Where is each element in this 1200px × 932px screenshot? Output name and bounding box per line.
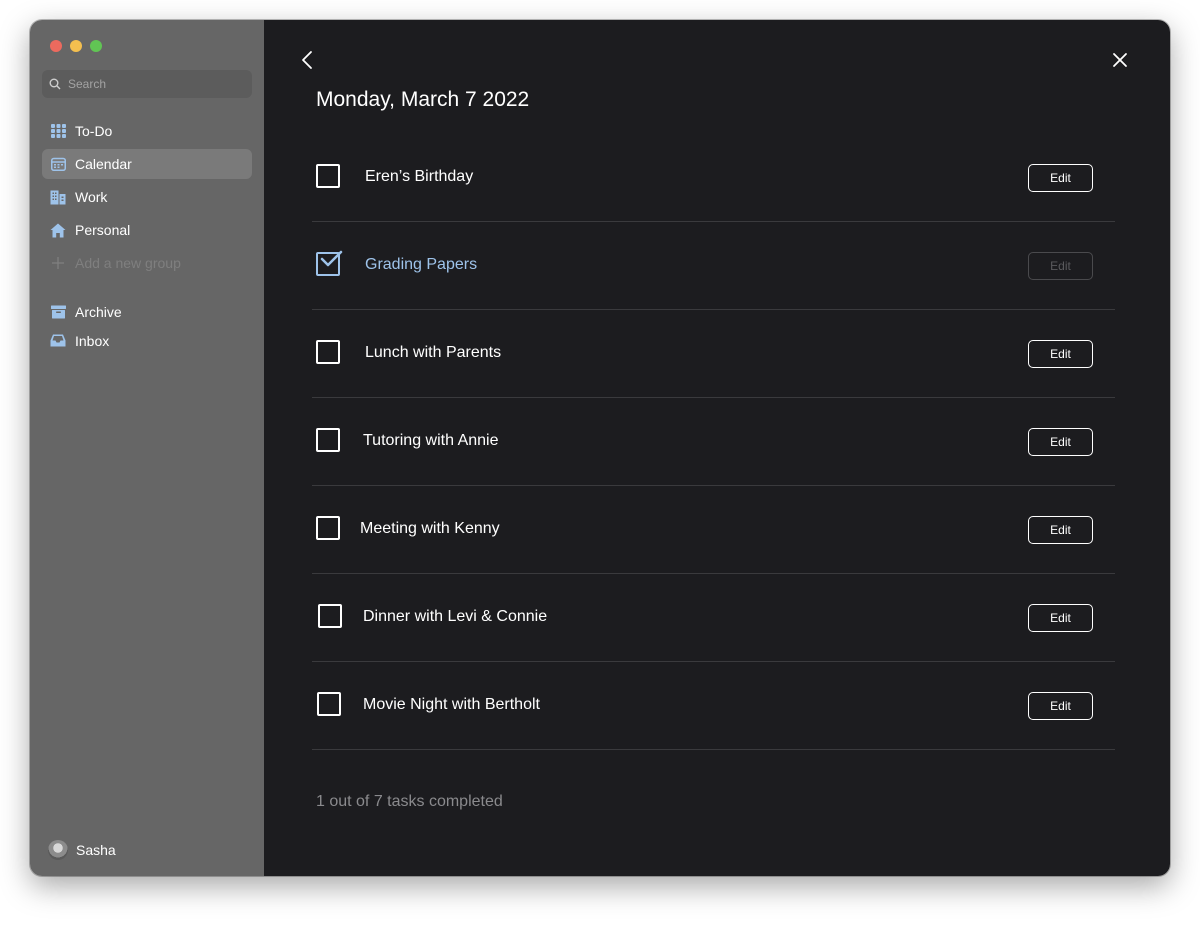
sidebar-item-label: To-Do	[75, 123, 113, 139]
grid-icon	[50, 123, 66, 139]
task-checkbox[interactable]	[316, 164, 340, 188]
sidebar-item-label: Work	[75, 189, 108, 205]
task-row: Lunch with Parents Edit	[312, 310, 1115, 398]
close-icon	[1113, 53, 1127, 67]
sidebar-item-work[interactable]: Work	[42, 182, 252, 212]
sidebar-item-todo[interactable]: To-Do	[42, 116, 252, 146]
checkmark-icon	[320, 250, 343, 267]
search-icon	[49, 78, 61, 90]
sidebar-item-personal[interactable]: Personal	[42, 215, 252, 245]
main-panel: Monday, March 7 2022 Eren’s Birthday Edi…	[264, 20, 1170, 876]
task-checkbox[interactable]	[316, 516, 340, 540]
plus-icon	[50, 255, 66, 271]
task-checkbox[interactable]	[316, 340, 340, 364]
edit-button[interactable]: Edit	[1028, 428, 1093, 456]
edit-button[interactable]: Edit	[1028, 164, 1093, 192]
calendar-icon	[50, 156, 66, 172]
task-checkbox-checked[interactable]	[316, 250, 343, 276]
minimize-window-button[interactable]	[70, 40, 82, 52]
task-list: Eren’s Birthday Edit Grading Papers Edit…	[312, 134, 1115, 750]
task-row: Eren’s Birthday Edit	[312, 134, 1115, 222]
sidebar-item-label: Archive	[75, 303, 122, 320]
window-controls	[50, 40, 102, 52]
task-label: Meeting with Kenny	[360, 520, 500, 537]
task-row: Meeting with Kenny Edit	[312, 486, 1115, 574]
close-window-button[interactable]	[50, 40, 62, 52]
avatar	[48, 840, 68, 860]
edit-button[interactable]: Edit	[1028, 604, 1093, 632]
task-label: Tutoring with Annie	[363, 432, 499, 449]
edit-button[interactable]: Edit	[1028, 692, 1093, 720]
task-label: Lunch with Parents	[365, 344, 502, 361]
archive-icon	[50, 304, 66, 320]
add-group-button[interactable]: Add a new group	[42, 248, 252, 278]
task-row: Grading Papers Edit	[312, 222, 1115, 310]
search-input[interactable]: Search	[42, 70, 252, 98]
edit-button[interactable]: Edit	[1028, 516, 1093, 544]
sidebar: Search To-Do Calendar Work Personal Add …	[30, 20, 264, 876]
page-title: Monday, March 7 2022	[316, 88, 530, 111]
task-row: Tutoring with Annie Edit	[312, 398, 1115, 486]
close-button[interactable]	[1112, 52, 1128, 73]
sidebar-item-calendar[interactable]: Calendar	[42, 149, 252, 179]
edit-button[interactable]: Edit	[1028, 340, 1093, 368]
task-row: Movie Night with Bertholt Edit	[312, 662, 1115, 750]
sidebar-nav-secondary: Archive Inbox	[42, 298, 252, 356]
task-label: Movie Night with Bertholt	[363, 696, 540, 713]
chevron-left-icon	[302, 51, 312, 69]
task-label: Grading Papers	[365, 256, 478, 273]
task-checkbox[interactable]	[316, 428, 340, 452]
building-icon	[50, 189, 66, 205]
sidebar-item-label: Inbox	[75, 332, 110, 349]
back-button[interactable]	[300, 50, 314, 75]
user-name: Sasha	[76, 842, 116, 858]
search-placeholder: Search	[68, 77, 107, 91]
inbox-icon	[50, 333, 66, 349]
task-label: Dinner with Levi & Connie	[363, 608, 548, 625]
home-icon	[50, 222, 66, 238]
completion-summary: 1 out of 7 tasks completed	[316, 793, 503, 810]
sidebar-nav: To-Do Calendar Work Personal Add a new g…	[42, 116, 252, 281]
add-group-label: Add a new group	[75, 255, 181, 271]
edit-button-disabled[interactable]: Edit	[1028, 252, 1093, 280]
sidebar-item-inbox[interactable]: Inbox	[42, 327, 252, 354]
user-profile[interactable]: Sasha	[48, 840, 116, 860]
task-label: Eren’s Birthday	[365, 168, 474, 185]
task-checkbox[interactable]	[318, 604, 342, 628]
sidebar-item-label: Personal	[75, 222, 131, 238]
app-window: Search To-Do Calendar Work Personal Add …	[30, 20, 1170, 876]
task-row: Dinner with Levi & Connie Edit	[312, 574, 1115, 662]
zoom-window-button[interactable]	[90, 40, 102, 52]
task-checkbox[interactable]	[317, 692, 341, 716]
sidebar-item-label: Calendar	[75, 156, 132, 172]
sidebar-item-archive[interactable]: Archive	[42, 298, 252, 325]
